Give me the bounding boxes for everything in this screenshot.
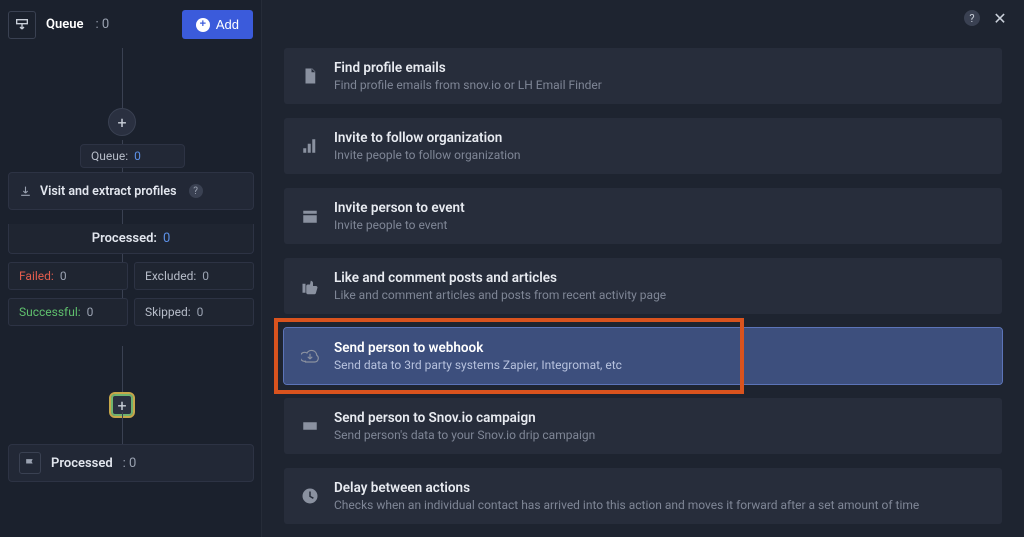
action-title: Send person to webhook xyxy=(334,340,622,356)
stat-excluded[interactable]: Excluded: 0 xyxy=(134,262,254,290)
action-texts: Like and comment posts and articles Like … xyxy=(334,270,666,302)
add-button-label: Add xyxy=(216,17,239,32)
stat-failed[interactable]: Failed: 0 xyxy=(8,262,128,290)
action-desc: Checks when an individual contact has ar… xyxy=(334,498,919,512)
action-list: Find profile emails Find profile emails f… xyxy=(284,48,1002,524)
action-title: Delay between actions xyxy=(334,480,919,496)
action-title: Send person to Snov.io campaign xyxy=(334,410,595,426)
action-icon xyxy=(300,276,320,296)
add-button[interactable]: + Add xyxy=(182,10,253,39)
action-item[interactable]: Like and comment posts and articles Like … xyxy=(284,258,1002,314)
workflow-action-node[interactable]: Visit and extract profiles ? xyxy=(8,172,254,210)
stat-failed-value: 0 xyxy=(60,269,67,283)
connector-line xyxy=(122,48,123,108)
queue-label: Queue xyxy=(46,17,83,32)
queue-chip-value: 0 xyxy=(134,149,141,163)
action-item[interactable]: Find profile emails Find profile emails f… xyxy=(284,48,1002,104)
action-texts: Invite to follow organization Invite peop… xyxy=(334,130,521,162)
action-desc: Invite people to event xyxy=(334,218,465,232)
stat-skipped[interactable]: Skipped: 0 xyxy=(134,298,254,326)
action-title: Invite person to event xyxy=(334,200,465,216)
processed-final-value: : 0 xyxy=(123,456,137,471)
plus-circle-icon: + xyxy=(196,18,210,32)
stat-successful[interactable]: Successful: 0 xyxy=(8,298,128,326)
action-title: Find profile emails xyxy=(334,60,602,76)
workflow-sidebar: Queue: 0 + Add + Queue: 0 #1 Visit and e… xyxy=(0,0,262,537)
close-icon[interactable]: ✕ xyxy=(992,10,1008,26)
help-icon[interactable]: ? xyxy=(189,184,203,198)
processed-row[interactable]: Processed: 0 xyxy=(8,224,254,254)
action-icon xyxy=(300,486,320,506)
queue-chip[interactable]: Queue: 0 xyxy=(80,144,185,168)
action-texts: Send person to webhook Send data to 3rd p… xyxy=(334,340,622,372)
action-icon xyxy=(300,136,320,156)
flag-icon xyxy=(19,452,41,474)
action-texts: Invite person to event Invite people to e… xyxy=(334,200,465,232)
stat-successful-value: 0 xyxy=(87,305,94,319)
action-item[interactable]: Invite to follow organization Invite peop… xyxy=(284,118,1002,174)
help-icon[interactable]: ? xyxy=(964,10,980,26)
queue-value: : 0 xyxy=(95,17,109,32)
add-step-button[interactable]: + xyxy=(108,108,136,136)
action-desc: Send data to 3rd party systems Zapier, I… xyxy=(334,358,622,372)
action-item[interactable]: Delay between actions Checks when an indi… xyxy=(284,468,1002,524)
stat-excluded-label: Excluded: xyxy=(145,269,196,283)
action-item[interactable]: Invite person to event Invite people to e… xyxy=(284,188,1002,244)
queue-icon xyxy=(8,11,36,39)
stat-successful-label: Successful: xyxy=(19,305,81,319)
action-texts: Send person to Snov.io campaign Send pers… xyxy=(334,410,595,442)
stat-skipped-value: 0 xyxy=(197,305,204,319)
action-texts: Find profile emails Find profile emails f… xyxy=(334,60,602,92)
action-texts: Delay between actions Checks when an indi… xyxy=(334,480,919,512)
action-icon xyxy=(300,346,320,366)
stat-excluded-value: 0 xyxy=(202,269,209,283)
action-title: Invite to follow organization xyxy=(334,130,521,146)
action-icon xyxy=(300,416,320,436)
processed-final-label: Processed xyxy=(51,456,113,471)
queue-chip-label: Queue: xyxy=(91,149,128,163)
processed-final-node[interactable]: Processed : 0 xyxy=(8,444,254,482)
action-item[interactable]: Send person to webhook Send data to 3rd p… xyxy=(284,328,1002,384)
processed-value: 0 xyxy=(163,231,170,246)
processed-label: Processed: xyxy=(92,231,157,246)
action-desc: Find profile emails from snov.io or LH E… xyxy=(334,78,602,92)
connector-line xyxy=(122,412,123,444)
action-icon xyxy=(300,66,320,86)
action-desc: Invite people to follow organization xyxy=(334,148,521,162)
action-desc: Send person's data to your Snov.io drip … xyxy=(334,428,595,442)
action-icon xyxy=(300,206,320,226)
download-icon xyxy=(19,185,32,198)
action-picker-panel: ? ✕ Find profile emailsFind profile emai… xyxy=(262,0,1024,537)
queue-header: Queue : 0 + Add xyxy=(0,0,261,49)
action-title: Like and comment posts and articles xyxy=(334,270,666,286)
panel-top-controls: ? ✕ xyxy=(964,10,1008,26)
stat-skipped-label: Skipped: xyxy=(145,305,191,319)
action-item[interactable]: Send person to Snov.io campaign Send pers… xyxy=(284,398,1002,454)
stat-failed-label: Failed: xyxy=(19,269,54,283)
action-node-title: Visit and extract profiles xyxy=(40,184,177,199)
action-desc: Like and comment articles and posts from… xyxy=(334,288,666,302)
